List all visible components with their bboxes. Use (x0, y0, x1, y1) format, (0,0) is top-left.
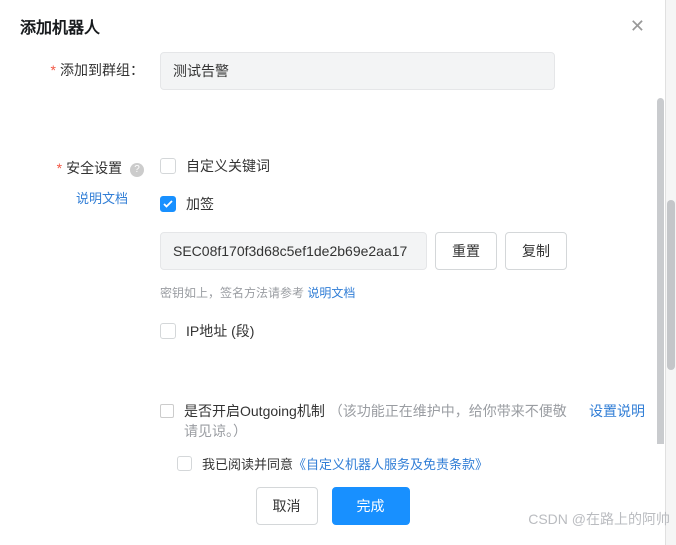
sign-checkbox[interactable] (160, 196, 176, 212)
help-icon[interactable]: ? (130, 163, 144, 177)
agree-checkbox[interactable] (177, 456, 192, 471)
custom-keyword-label: 自定义关键词 (186, 156, 270, 176)
security-row: 安全设置 ? 说明文档 自定义关键词 加签 (20, 150, 645, 441)
secret-hint-doc-link[interactable]: 说明文档 (307, 286, 355, 300)
agree-row: 我已阅读并同意 《自定义机器人服务及免责条款》 (20, 454, 645, 473)
outgoing-row: 是否开启Outgoing机制 （该功能正在维护中，给你带来不便敬请见谅。） 设置… (160, 401, 645, 441)
confirm-button[interactable]: 完成 (332, 487, 410, 525)
modal-title: 添加机器人 (20, 14, 100, 38)
secret-hint: 密钥如上，签名方法请参考 说明文档 (160, 284, 645, 301)
group-row: 添加到群组： 测试告警 (20, 52, 645, 90)
cancel-button[interactable]: 取消 (256, 487, 318, 525)
secret-hint-text: 密钥如上，签名方法请参考 (160, 286, 307, 300)
agree-prefix: 我已阅读并同意 (202, 454, 293, 473)
outer-scrollbar-thumb[interactable] (667, 200, 675, 370)
outgoing-checkbox[interactable] (160, 404, 174, 418)
secret-input[interactable]: SEC08f170f3d68c5ef1de2b69e2aa17 (160, 232, 427, 270)
add-robot-modal: 添加机器人 ✕ 添加到群组： 测试告警 安全设置 ? 说明文档 自 (0, 0, 665, 545)
group-input[interactable]: 测试告警 (160, 52, 555, 90)
security-label: 安全设置 (57, 160, 122, 176)
modal-footer: 我已阅读并同意 《自定义机器人服务及免责条款》 取消 完成 (0, 444, 665, 545)
modal-header: 添加机器人 ✕ (0, 0, 665, 52)
watermark: CSDN @在路上的阿帅 (528, 509, 670, 529)
security-doc-link[interactable]: 说明文档 (20, 188, 144, 207)
ip-checkbox[interactable] (160, 323, 176, 339)
outgoing-title: 是否开启Outgoing机制 (184, 403, 325, 419)
secret-row: SEC08f170f3d68c5ef1de2b69e2aa17 重置 复制 (160, 232, 645, 270)
outer-scrollbar-track[interactable] (665, 0, 676, 545)
agree-terms-link[interactable]: 《自定义机器人服务及免责条款》 (293, 454, 488, 473)
custom-keyword-option[interactable]: 自定义关键词 (160, 156, 645, 176)
sign-label: 加签 (186, 194, 214, 214)
security-label-col: 安全设置 ? 说明文档 (20, 150, 160, 207)
copy-button[interactable]: 复制 (505, 232, 567, 270)
ip-label: IP地址 (段) (186, 321, 254, 341)
outgoing-settings-link[interactable]: 设置说明 (589, 401, 645, 421)
modal-body: 添加到群组： 测试告警 安全设置 ? 说明文档 自定义关键词 (0, 52, 665, 444)
close-icon[interactable]: ✕ (630, 16, 645, 37)
outgoing-text: 是否开启Outgoing机制 （该功能正在维护中，给你带来不便敬请见谅。） (184, 401, 577, 441)
sign-option[interactable]: 加签 (160, 194, 645, 214)
security-fields: 自定义关键词 加签 SEC08f170f3d68c5ef1de2b69e2aa1… (160, 150, 645, 441)
custom-keyword-checkbox[interactable] (160, 158, 176, 174)
reset-button[interactable]: 重置 (435, 232, 497, 270)
group-label: 添加到群组： (20, 52, 160, 80)
inner-scrollbar-thumb[interactable] (657, 98, 664, 444)
ip-option[interactable]: IP地址 (段) (160, 321, 645, 341)
